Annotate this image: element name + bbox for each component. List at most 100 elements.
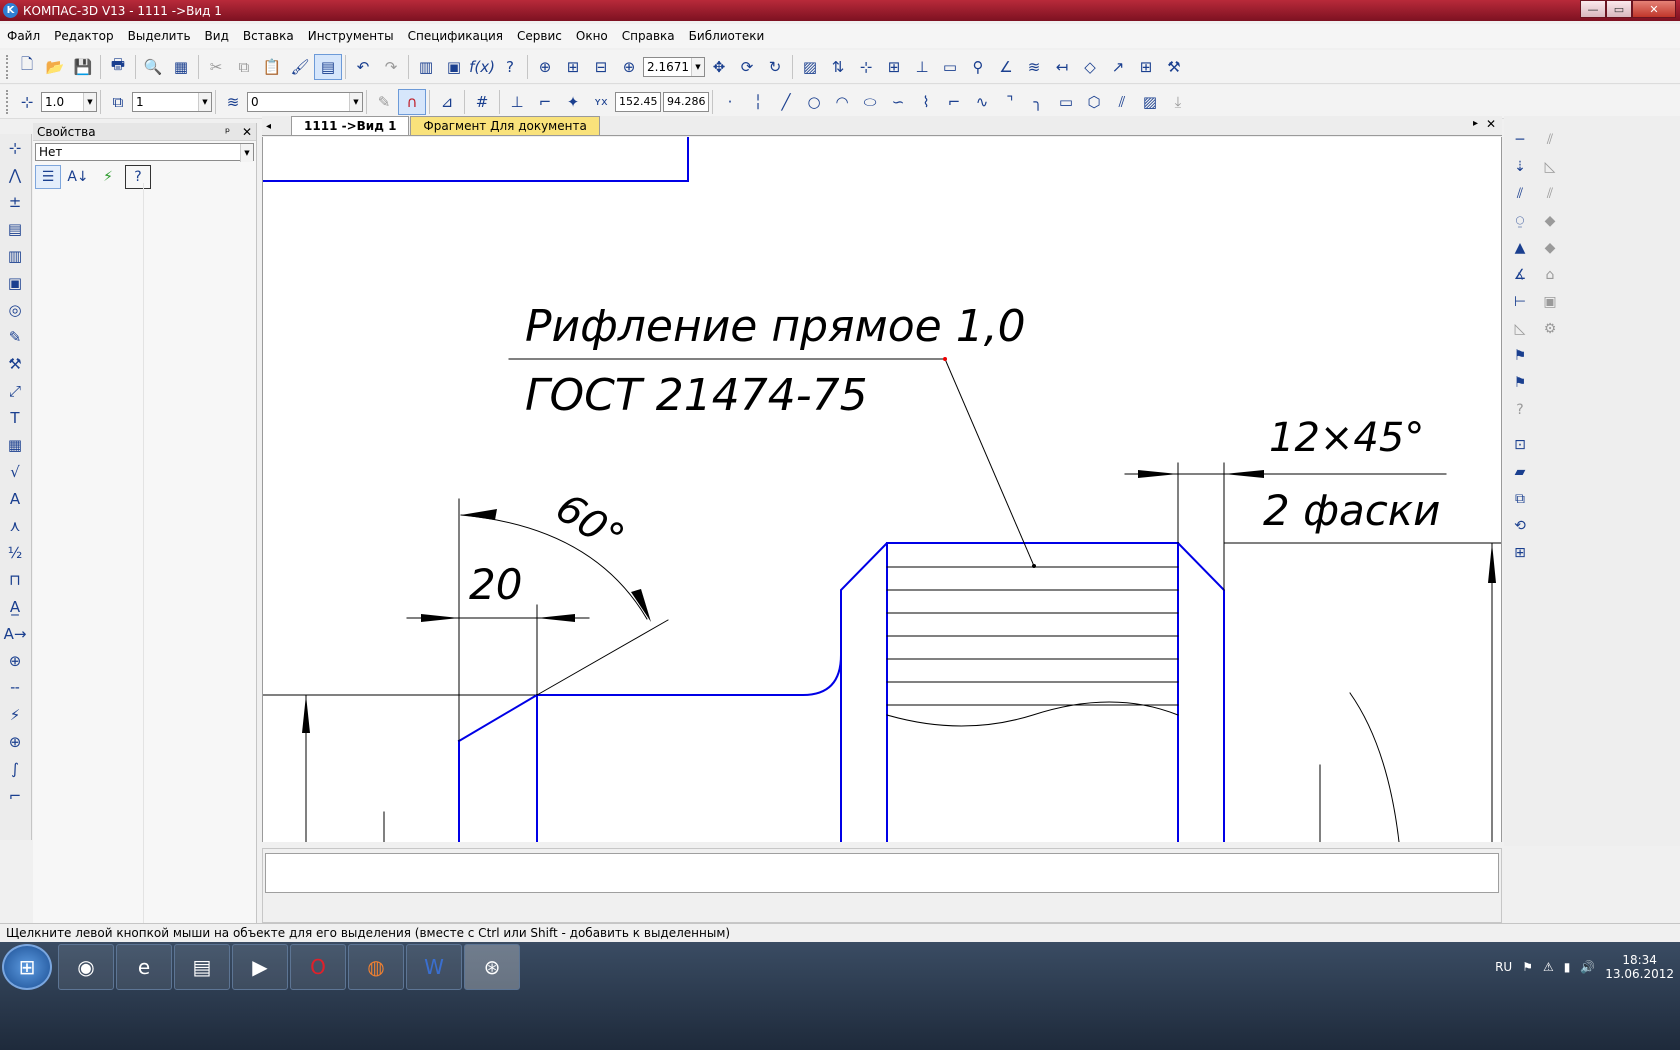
- bezier-icon[interactable]: ∿: [968, 89, 996, 115]
- redo-icon[interactable]: ↷: [377, 54, 405, 80]
- surface-c-icon[interactable]: ⫽: [1536, 180, 1564, 207]
- circle-tangent-icon[interactable]: ⍜: [1506, 207, 1534, 234]
- zoom-fit-icon[interactable]: ⊟: [587, 54, 615, 80]
- slanted-line-icon[interactable]: ⫽: [1506, 180, 1534, 207]
- menu-view[interactable]: Вид: [198, 29, 236, 43]
- ortho-icon[interactable]: ⊿: [433, 89, 461, 115]
- tab-close-icon[interactable]: ✕: [1486, 117, 1496, 131]
- tab-view-1[interactable]: 1111 ->Вид 1: [291, 116, 410, 135]
- cut-line-tool-icon[interactable]: A̲: [0, 594, 30, 620]
- tools-icon[interactable]: ⚒: [1160, 54, 1188, 80]
- close-icon[interactable]: ✕: [242, 125, 252, 139]
- disabled-tool-icon[interactable]: ◺: [1506, 315, 1534, 342]
- diamond-icon[interactable]: ◇: [1076, 54, 1104, 80]
- windows-start-icon[interactable]: ⊞: [2, 944, 52, 990]
- spec-tool-icon[interactable]: ✎: [0, 324, 30, 350]
- view-3d-icon[interactable]: ▰: [1506, 458, 1534, 485]
- measure-tool-icon[interactable]: ▣: [0, 270, 30, 296]
- collect-contour-icon[interactable]: ⤓: [1164, 89, 1192, 115]
- base-mark-icon[interactable]: ▲: [1506, 234, 1534, 261]
- help-icon[interactable]: ?: [125, 165, 151, 189]
- snap-point-icon[interactable]: ✦: [559, 89, 587, 115]
- manager-icon[interactable]: ▦: [167, 54, 195, 80]
- menu-select[interactable]: Выделить: [121, 29, 198, 43]
- parametrization-tool-icon[interactable]: ▥: [0, 243, 30, 269]
- view-field[interactable]: 1 ▼: [132, 91, 212, 112]
- zoom-area-icon[interactable]: ⊡: [1506, 431, 1534, 458]
- selector-a-icon[interactable]: ⚑: [1506, 342, 1534, 369]
- rough-icon[interactable]: ∠: [992, 54, 1020, 80]
- properties-toggle-icon[interactable]: ▤: [314, 53, 342, 80]
- tolerance-tool-icon[interactable]: ⊓: [0, 567, 30, 593]
- paste-icon[interactable]: 📋: [258, 54, 286, 80]
- menu-service[interactable]: Сервис: [510, 29, 569, 43]
- media-player-icon[interactable]: ▶: [232, 944, 288, 990]
- roughness-tool-icon[interactable]: √: [0, 459, 30, 485]
- insert-tool-icon[interactable]: ⤢: [0, 378, 30, 404]
- chevron-down-icon[interactable]: ▼: [349, 92, 362, 111]
- text-block-icon[interactable]: ▭: [936, 54, 964, 80]
- edit-tool-icon[interactable]: ▤: [0, 216, 30, 242]
- cut-icon[interactable]: ✂: [202, 54, 230, 80]
- line-style-icon[interactable]: ─: [1506, 126, 1534, 153]
- table-icon[interactable]: ⊞: [1132, 54, 1160, 80]
- zoom-window-icon[interactable]: ⊕: [531, 54, 559, 80]
- chevron-down-icon[interactable]: ▼: [198, 92, 211, 111]
- chamfer-icon[interactable]: ⌝: [996, 89, 1024, 115]
- view-arrow-tool-icon[interactable]: A→: [0, 621, 30, 647]
- language-indicator[interactable]: RU: [1495, 960, 1512, 974]
- polygon-icon[interactable]: ⬡: [1080, 89, 1108, 115]
- firefox-icon[interactable]: ◍: [348, 944, 404, 990]
- size-dim-icon[interactable]: ⊢: [1506, 288, 1534, 315]
- symbol-icon[interactable]: ≋: [1020, 54, 1048, 80]
- chevron-down-icon[interactable]: ▼: [240, 144, 253, 162]
- lightning-tool-icon[interactable]: ⚡: [0, 702, 30, 728]
- copy-tool-icon[interactable]: ⧉: [1506, 485, 1534, 512]
- variables-icon[interactable]: ▣: [440, 54, 468, 80]
- surface-b-icon[interactable]: ◺: [1536, 153, 1564, 180]
- base-tool-icon[interactable]: A: [0, 486, 30, 512]
- layer-field[interactable]: 0 ▼: [247, 91, 363, 112]
- open-file-icon[interactable]: 📂: [41, 54, 69, 80]
- drawing-canvas[interactable]: Рифление прямое 1,0 ГОСТ 21474-75 12×45°…: [262, 137, 1502, 842]
- menu-libraries[interactable]: Библиотеки: [682, 29, 772, 43]
- align-icon[interactable]: ⇅: [824, 54, 852, 80]
- menu-tools[interactable]: Инструменты: [301, 29, 401, 43]
- zoom-scale-icon[interactable]: ⊕: [615, 54, 643, 80]
- copy-icon[interactable]: ⧉: [230, 54, 258, 80]
- undo-icon[interactable]: ↶: [349, 54, 377, 80]
- hatch-icon[interactable]: ▨: [796, 54, 824, 80]
- wave-line-tool-icon[interactable]: ∫: [0, 756, 30, 782]
- tab-fragment[interactable]: Фрагмент Для документа: [410, 116, 600, 135]
- array-tool-icon[interactable]: ⊞: [1506, 539, 1534, 566]
- hatch-fill-icon[interactable]: ▨: [1136, 89, 1164, 115]
- sort-icon[interactable]: A↓: [65, 165, 91, 189]
- local-cs-icon[interactable]: ⊥: [503, 89, 531, 115]
- minimize-button[interactable]: —: [1580, 0, 1606, 18]
- menu-specification[interactable]: Спецификация: [401, 29, 510, 43]
- aux-line-icon[interactable]: ╎: [744, 89, 772, 115]
- multiline-icon[interactable]: ⌇: [912, 89, 940, 115]
- kompas-taskbar-icon[interactable]: ⊛: [464, 944, 520, 990]
- table-tool-icon[interactable]: ▦: [0, 432, 30, 458]
- surface-e-icon[interactable]: ◆: [1536, 234, 1564, 261]
- close-button[interactable]: ✕: [1632, 0, 1676, 18]
- chevron-down-icon[interactable]: ▼: [691, 57, 704, 76]
- help-tool-icon[interactable]: ?: [1506, 396, 1534, 423]
- refresh-icon[interactable]: ↻: [761, 54, 789, 80]
- surface-a-icon[interactable]: ⫽: [1536, 126, 1564, 153]
- point-icon[interactable]: ·: [716, 89, 744, 115]
- grid-snap-icon[interactable]: ⊹: [852, 54, 880, 80]
- arc-icon[interactable]: ◠: [828, 89, 856, 115]
- equidistant-icon[interactable]: ⫽: [1108, 89, 1136, 115]
- menu-window[interactable]: Окно: [569, 29, 615, 43]
- polyline-icon[interactable]: ⌐: [940, 89, 968, 115]
- coord-y-field[interactable]: 94.286: [663, 91, 709, 112]
- arrow-back-icon[interactable]: ↤: [1048, 54, 1076, 80]
- leader-icon[interactable]: ↗: [1104, 54, 1132, 80]
- apply-icon[interactable]: ⚡: [95, 165, 121, 189]
- surface-g-icon[interactable]: ▣: [1536, 288, 1564, 315]
- rectangle-icon[interactable]: ▭: [1052, 89, 1080, 115]
- antivirus-icon[interactable]: ⚠: [1543, 960, 1554, 974]
- format-brush-icon[interactable]: 🖌: [286, 54, 314, 80]
